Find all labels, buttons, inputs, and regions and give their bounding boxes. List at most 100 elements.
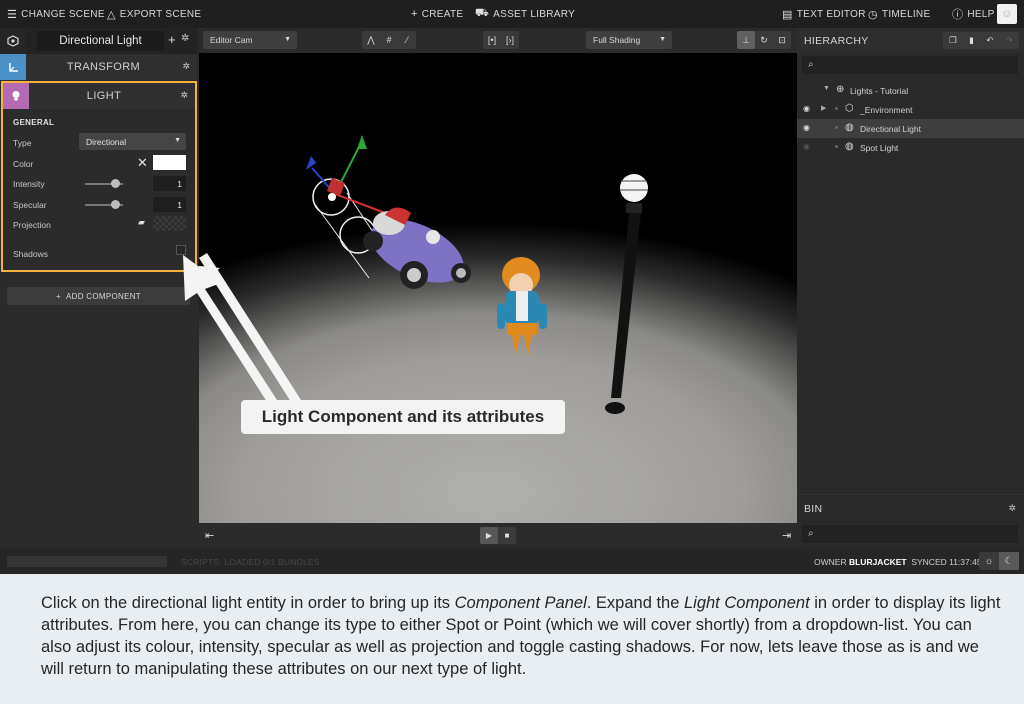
- add-entity-icon[interactable]: +: [168, 32, 176, 47]
- entity-header: Directional Light + ✲: [0, 28, 197, 54]
- focus-icon[interactable]: [•]: [483, 31, 501, 49]
- trash-icon[interactable]: ▮: [969, 35, 974, 46]
- bullet-icon: [835, 126, 838, 129]
- type-label: Type: [13, 138, 32, 148]
- search-icon: ⌕: [808, 528, 814, 539]
- asset-library-label: ASSET LIBRARY: [493, 8, 576, 20]
- hierarchy-search-input[interactable]: ⌕: [802, 56, 1018, 74]
- caption-part-1: Click on the directional light entity in…: [41, 594, 455, 612]
- eye-icon[interactable]: ◉: [803, 104, 810, 113]
- add-component-button[interactable]: + ADD COMPONENT: [7, 287, 190, 305]
- globe-icon: ⊕: [836, 84, 845, 95]
- gear-icon[interactable]: ✲: [180, 90, 188, 101]
- duplicate-icon[interactable]: ❐: [949, 35, 957, 46]
- light-type-value: Directional: [86, 136, 127, 147]
- chevron-down-icon: ▼: [659, 36, 666, 43]
- undo-icon[interactable]: ↶: [986, 35, 993, 46]
- status-bar: SCRIPTS: LOADED 0/1 BUNDLES OWNER BLURJA…: [0, 548, 1024, 574]
- scale-icon[interactable]: ⊡: [773, 31, 791, 49]
- playback-controls: ▶ ■: [480, 527, 516, 544]
- intensity-slider-handle[interactable]: [110, 179, 120, 188]
- asset-library-button[interactable]: ⛟ ASSET LIBRARY: [475, 0, 575, 28]
- editor-app: ☰ CHANGE SCENE △ EXPORT SCENE + CREATE ⛟…: [0, 0, 1024, 574]
- color-label: Color: [13, 159, 34, 169]
- library-icon: ⛟: [475, 7, 490, 19]
- text-editor-label: TEXT EDITOR: [796, 8, 866, 20]
- bin-title: BIN: [804, 503, 823, 515]
- rotate-icon[interactable]: ↻: [755, 31, 773, 49]
- caption-part-2: . Expand the: [586, 594, 684, 612]
- export-scene-label: EXPORT SCENE: [119, 8, 202, 20]
- camera-select[interactable]: Editor Cam ▼: [203, 31, 297, 49]
- hierarchy-tools: ❐ ▮ ↶ ↷: [943, 32, 1019, 49]
- tree-item-directional-light[interactable]: ◉ ◍ Directional Light: [797, 119, 1024, 138]
- projection-texture-slot[interactable]: [153, 216, 186, 231]
- camera-value: Editor Cam: [210, 35, 253, 45]
- shading-select[interactable]: Full Shading ▼: [586, 31, 672, 49]
- help-button[interactable]: ⓘ HELP: [952, 0, 995, 28]
- transform-component-header[interactable]: TRANSFORM ✲: [0, 54, 197, 80]
- collapse-right-icon[interactable]: ⇥: [782, 529, 791, 542]
- theme-toggle[interactable]: ☼ ☾: [979, 552, 1019, 570]
- snap-icon[interactable]: ⋀: [362, 31, 380, 49]
- eye-icon[interactable]: ◉: [803, 123, 810, 132]
- transform-tool-group: ⊥ ↻ ⊡: [737, 31, 791, 49]
- top-menu-bar: ☰ CHANGE SCENE △ EXPORT SCENE + CREATE ⛟…: [0, 0, 1024, 28]
- translate-icon[interactable]: ⊥: [737, 31, 755, 49]
- folder-icon[interactable]: ▰: [138, 217, 145, 228]
- export-icon: △: [107, 8, 116, 21]
- eye-icon[interactable]: ◉: [803, 142, 810, 151]
- menu-icon: ☰: [7, 8, 18, 21]
- chevron-down-icon: ▼: [174, 137, 181, 144]
- gear-icon[interactable]: ✲: [1008, 503, 1016, 514]
- sun-icon[interactable]: ☼: [979, 552, 999, 570]
- bin-search-input[interactable]: ⌕: [802, 525, 1018, 543]
- entity-name-field[interactable]: Directional Light: [37, 31, 164, 51]
- shading-value: Full Shading: [593, 35, 641, 45]
- help-label: HELP: [967, 8, 995, 20]
- expand-arrow-icon[interactable]: ▶: [821, 104, 826, 112]
- intensity-input[interactable]: 1: [153, 176, 186, 191]
- intensity-label: Intensity: [13, 179, 45, 189]
- gear-icon[interactable]: ✲: [182, 61, 190, 72]
- hierarchy-panel: HIERARCHY ❐ ▮ ↶ ↷ ⌕ ▼ ⊕ Lights - Tutoria…: [797, 28, 1024, 548]
- chevron-down-icon: ▼: [284, 36, 291, 43]
- export-scene-button[interactable]: △ EXPORT SCENE: [107, 0, 201, 28]
- specular-input[interactable]: 1: [153, 197, 186, 212]
- play-icon[interactable]: ▶: [480, 527, 498, 544]
- shadows-checkbox[interactable]: [176, 245, 186, 255]
- toy-car-model: [363, 207, 471, 289]
- light-type-select[interactable]: Directional ▼: [79, 133, 186, 150]
- light-component-header[interactable]: LIGHT ✲: [3, 83, 195, 109]
- text-editor-button[interactable]: ▤ TEXT EDITOR: [782, 0, 866, 28]
- color-swatch[interactable]: [153, 155, 186, 170]
- timeline-button[interactable]: ◷ TIMELINE: [868, 0, 930, 28]
- user-avatar[interactable]: ☺: [997, 4, 1017, 24]
- bullet-icon: [835, 107, 838, 110]
- specular-slider-handle[interactable]: [110, 200, 120, 209]
- tree-item-environment[interactable]: ◉ ▶ ⬡ _Environment: [797, 100, 1024, 119]
- change-scene-label: CHANGE SCENE: [21, 8, 105, 20]
- create-button[interactable]: + CREATE: [411, 0, 463, 28]
- magic-wand-icon[interactable]: ⁄: [398, 31, 416, 49]
- grid-icon[interactable]: #: [380, 31, 398, 49]
- synced-time: SYNCED 11:37:45: [911, 557, 982, 567]
- moon-icon[interactable]: ☾: [999, 552, 1019, 570]
- redo-icon[interactable]: ↷: [1006, 35, 1013, 46]
- timeline-label: TIMELINE: [881, 8, 931, 20]
- tree-item-root[interactable]: ▼ ⊕ Lights - Tutorial: [797, 81, 1024, 100]
- expand-arrow-icon[interactable]: ▼: [823, 85, 830, 92]
- tutorial-caption: Click on the directional light entity in…: [41, 592, 1001, 680]
- collapse-left-icon[interactable]: ⇤: [205, 529, 214, 542]
- loading-progress-bar: [7, 556, 167, 567]
- status-message: SCRIPTS: LOADED 0/1 BUNDLES: [181, 557, 320, 567]
- gear-icon[interactable]: ✲: [181, 33, 189, 44]
- scene-viewport[interactable]: [199, 53, 797, 523]
- tree-item-label: Lights - Tutorial: [850, 86, 909, 96]
- frame-icon[interactable]: [›]: [501, 31, 519, 49]
- add-component-label: ADD COMPONENT: [65, 291, 141, 301]
- tree-item-spot-light[interactable]: ◉ ◍ Spot Light: [797, 138, 1024, 157]
- clear-color-icon[interactable]: ✕: [137, 155, 148, 171]
- stop-icon[interactable]: ■: [498, 527, 516, 544]
- change-scene-button[interactable]: ☰ CHANGE SCENE: [7, 0, 105, 28]
